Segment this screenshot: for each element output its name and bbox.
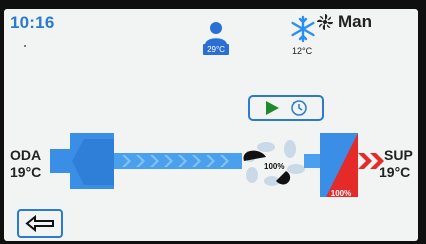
controller-screen: 10:16 29°C 12°C Man 100% 100% ODA 19°C S… <box>4 9 418 241</box>
arrow-left-icon <box>25 215 54 232</box>
sup-temperature: 19°C <box>379 164 411 180</box>
back-button[interactable] <box>17 209 63 238</box>
oda-temperature: 19°C <box>10 164 42 180</box>
fan-speed-percent: 100% <box>264 162 285 171</box>
airflow-diagram <box>50 133 384 197</box>
oda-label: ODA <box>10 147 42 163</box>
sup-label: SUP <box>384 147 413 163</box>
heater-percent: 100% <box>330 189 352 198</box>
